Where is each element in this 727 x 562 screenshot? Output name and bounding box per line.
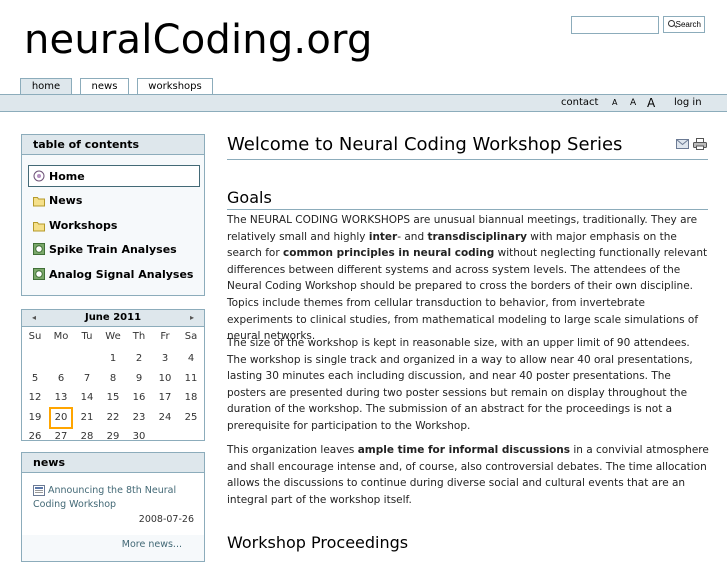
calendar-weekday: We (105, 331, 121, 342)
calendar-day: 29 (106, 431, 120, 442)
site-logo[interactable]: neuralCoding.org (24, 14, 373, 66)
text-run: without neglecting functionally relevant… (227, 247, 708, 343)
login-link[interactable]: log in (674, 95, 702, 111)
emphasis-informal-discussions: ample time for informal discussions (357, 444, 571, 456)
goals-heading: Goals (227, 188, 272, 207)
calendar-day: 24 (158, 411, 172, 423)
toc-item-workshops[interactable]: Workshops (28, 215, 198, 237)
calendar-weekday: Mo (53, 331, 69, 342)
toc-item-news[interactable]: News (28, 190, 198, 212)
toc-item-label: News (49, 194, 83, 207)
calendar-day: 26 (28, 431, 42, 442)
text-run: - and (397, 230, 428, 243)
calendar-day: 30 (132, 431, 146, 442)
link-icon (33, 268, 45, 280)
personal-bar: contact A A A log in (0, 94, 727, 112)
tab-workshops[interactable]: workshops (137, 78, 213, 94)
toc-title: table of contents (22, 135, 204, 155)
toc-item-label: Home (49, 170, 85, 183)
toc-item-analog-signal[interactable]: Analog Signal Analyses (28, 264, 198, 286)
news-portlet: news Announcing the 8th Neural Coding Wo… (21, 452, 205, 562)
text-size-large[interactable]: A (647, 95, 655, 111)
search-input[interactable] (571, 16, 659, 34)
toc-item-label: Workshops (49, 219, 118, 232)
contact-link[interactable]: contact (561, 95, 598, 111)
search-icon (668, 20, 675, 27)
goals-divider (227, 209, 708, 210)
print-icon[interactable] (693, 138, 707, 150)
toc-portlet: table of contents Home News Workshops Sp… (21, 134, 205, 296)
news-item-link[interactable]: Announcing the 8th Neural Coding Worksho… (33, 484, 193, 512)
title-divider (227, 159, 708, 160)
text-size-medium[interactable]: A (630, 95, 636, 111)
goals-paragraph-2: The size of the workshop is kept in reas… (227, 337, 693, 432)
toc-item-label: Spike Train Analyses (49, 243, 177, 256)
folder-icon (33, 197, 45, 207)
goals-paragraph-1: The NEURAL CODING WORKSHOPS are unusual … (227, 212, 711, 345)
calendar-weekday: Tu (81, 331, 93, 342)
send-to-icon[interactable] (676, 139, 689, 149)
calendar-day: 25 (184, 411, 198, 423)
toc-item-home[interactable]: Home (28, 165, 200, 187)
calendar-day: 28 (80, 431, 94, 442)
news-title: news (22, 453, 204, 473)
calendar-portlet: ◂ June 2011 ▸ Su Mo Tu We Th Fr Sa 1 2 3 4 5 6 7 8 9 10 1… (21, 309, 205, 442)
news-item-date: 2008-07-26 (138, 514, 194, 525)
text-run: This organization leaves (227, 444, 358, 456)
proceedings-heading: Workshop Proceedings (227, 533, 409, 552)
folder-icon (33, 222, 45, 232)
page-title: Welcome to Neural Coding Workshop Series (227, 134, 623, 155)
news-item: Announcing the 8th Neural Coding Worksho… (22, 473, 204, 535)
calendar-weekday: Th (132, 331, 146, 342)
text-size-small[interactable]: A (612, 95, 617, 111)
goals-paragraph-3: This organization leaves ample time for … (227, 442, 711, 508)
calendar-prev-icon[interactable]: ◂ (32, 310, 36, 326)
emphasis-transdisciplinary: transdisciplinary (427, 230, 527, 243)
calendar-next-icon[interactable]: ▸ (190, 310, 194, 326)
calendar-weekday: Sa (184, 331, 198, 342)
tab-home[interactable]: home (20, 78, 72, 94)
emphasis-common-principles: common principles in neural coding (283, 247, 495, 260)
search-button[interactable]: Search (663, 16, 705, 33)
tab-news[interactable]: news (80, 78, 129, 94)
calendar-weekday: Su (28, 331, 42, 342)
home-icon (33, 170, 45, 182)
link-icon (33, 243, 45, 255)
toc-item-spike-train[interactable]: Spike Train Analyses (28, 239, 198, 261)
calendar-month: June 2011 (84, 312, 142, 323)
search-button-label: Search (675, 20, 701, 29)
emphasis-inter: inter (368, 230, 398, 243)
calendar-header: ◂ June 2011 ▸ (22, 310, 204, 327)
toc-item-label: Analog Signal Analyses (49, 268, 194, 281)
calendar-weekday: Fr (160, 331, 170, 342)
calendar-day: 27 (54, 431, 68, 442)
